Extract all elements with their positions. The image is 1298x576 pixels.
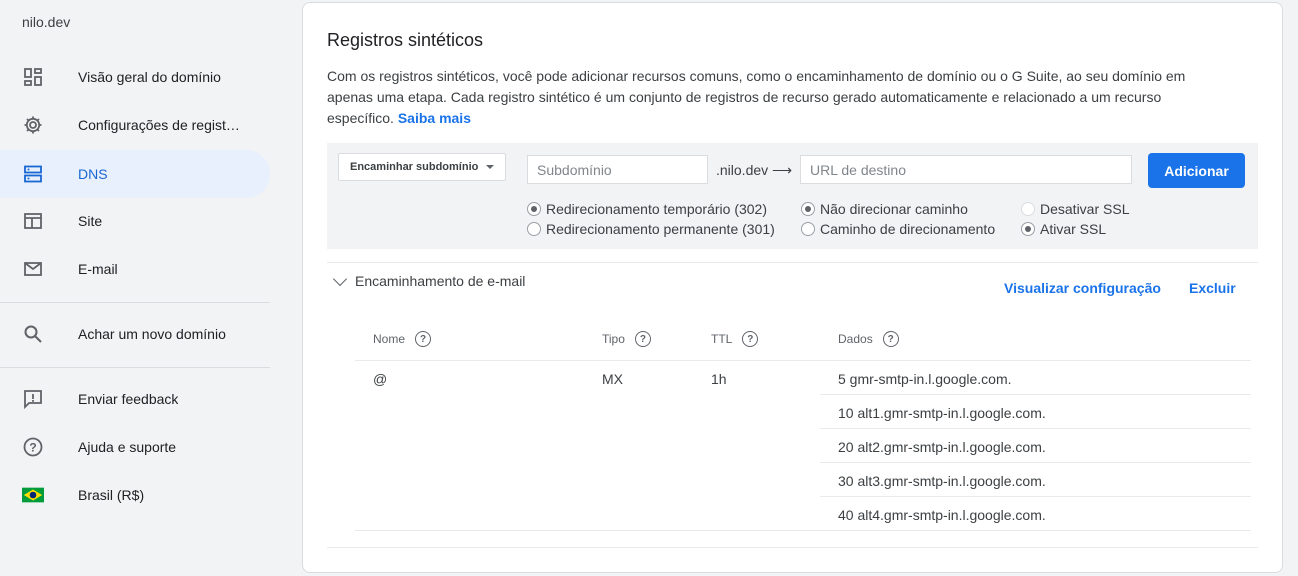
email-forwarding-toggle[interactable]: Encaminhamento de e-mail [332,271,526,289]
mail-icon [22,258,44,280]
delete-button[interactable]: Excluir [1189,280,1236,296]
help-icon: ? [22,436,44,458]
record-ttl: 1h [711,371,727,387]
view-config-button[interactable]: Visualizar configuração [1004,280,1161,296]
sidebar-item-label: Enviar feedback [78,391,179,407]
help-circle-icon[interactable]: ? [415,331,432,347]
data-divider [820,394,1251,395]
sidebar-item-label: Brasil (R$) [78,487,145,503]
sidebar-item-site[interactable]: Site [0,197,270,245]
sidebar-item-feedback[interactable]: Enviar feedback [0,375,270,423]
sidebar-item-overview[interactable]: Visão geral do domínio [0,53,270,101]
dns-icon [22,163,44,185]
section-divider [327,262,1258,263]
sidebar: nilo.dev Visão geral do domínio Configur… [0,0,286,576]
sidebar-item-label: Ajuda e suporte [78,439,177,455]
sidebar-item-label: Visão geral do domínio [78,69,221,85]
radio-label: Ativar SSL [1040,221,1107,237]
column-header-name: Nome ? [373,331,432,347]
data-divider [820,496,1251,497]
search-icon [22,323,44,345]
column-header-type: Tipo ? [602,331,651,347]
column-header-data: Dados ? [838,331,899,347]
radio-label: Redirecionamento permanente (301) [546,221,775,237]
destination-url-input[interactable] [800,155,1132,184]
record-data-value: 40 alt4.gmr-smtp-in.l.google.com. [838,507,1046,523]
radio-unchecked-icon [801,222,815,236]
radio-unchecked-icon [1021,202,1035,216]
web-icon [22,210,44,232]
help-circle-icon[interactable]: ? [882,331,899,347]
sidebar-item-dns[interactable]: DNS [0,150,270,198]
sidebar-item-label: Site [78,213,103,229]
sidebar-item-find-domain[interactable]: Achar um novo domínio [0,310,270,358]
help-circle-icon[interactable]: ? [742,331,759,347]
chevron-down-icon [332,271,348,287]
data-divider [820,462,1251,463]
sidebar-item-label: Achar um novo domínio [78,326,226,342]
record-data-value: 30 alt3.gmr-smtp-in.l.google.com. [838,473,1046,489]
column-label: TTL [711,332,733,346]
data-divider [820,428,1251,429]
radio-checked-icon [1021,222,1035,236]
subdomain-input[interactable] [527,155,708,184]
record-data-value: 20 alt2.gmr-smtp-in.l.google.com. [838,439,1046,455]
add-record-form: Encaminhar subdomínio .nilo.dev ⟶ Adicio… [327,143,1258,249]
radio-no-path[interactable]: Não direcionar caminho [801,201,968,217]
radio-perm-redirect[interactable]: Redirecionamento permanente (301) [527,221,775,237]
radio-checked-icon [527,202,541,216]
sidebar-item-country[interactable]: Brasil (R$) [0,471,270,519]
radio-label: Desativar SSL [1040,201,1130,217]
sidebar-item-email[interactable]: E-mail [0,245,270,293]
radio-label: Caminho de direcionamento [820,221,996,237]
card-description: Com os registros sintéticos, você pode a… [327,66,1227,129]
sidebar-item-registration-settings[interactable]: Configurações de regist… [0,101,270,149]
sidebar-item-label: Configurações de regist… [78,117,240,133]
svg-text:?: ? [29,441,36,455]
record-type-select[interactable]: Encaminhar subdomínio [338,153,506,181]
table-header-divider [355,360,1251,361]
column-header-ttl: TTL ? [711,331,759,347]
sidebar-item-help[interactable]: ? Ajuda e suporte [0,423,270,471]
radio-ssl-off[interactable]: Desativar SSL [1021,201,1129,217]
section-divider [327,547,1258,548]
brazil-flag-icon [22,484,44,506]
section-title: Encaminhamento de e-mail [355,273,526,289]
column-label: Dados [838,332,873,346]
sidebar-item-label: DNS [78,166,108,182]
radio-checked-icon [801,202,815,216]
record-type: MX [602,371,623,387]
sidebar-divider [0,367,270,368]
radio-temp-redirect[interactable]: Redirecionamento temporário (302) [527,201,767,217]
chevron-down-icon [486,165,494,169]
radio-ssl-on[interactable]: Ativar SSL [1021,221,1106,237]
column-label: Nome [373,332,406,346]
feedback-icon [22,388,44,410]
sidebar-divider [0,302,270,303]
synthetic-records-card: Registros sintéticos Com os registros si… [302,2,1283,573]
radio-unchecked-icon [527,222,541,236]
dashboard-icon [22,66,44,88]
radio-label: Não direcionar caminho [820,201,968,217]
radio-path-forward[interactable]: Caminho de direcionamento [801,221,995,237]
gear-icon [22,114,44,136]
record-type-value: Encaminhar subdomínio [350,161,479,173]
add-button[interactable]: Adicionar [1148,153,1245,188]
record-data-value: 5 gmr-smtp-in.l.google.com. [838,371,1012,387]
record-data-value: 10 alt1.gmr-smtp-in.l.google.com. [838,405,1046,421]
radio-label: Redirecionamento temporário (302) [546,201,767,217]
site-name: nilo.dev [22,14,71,30]
domain-suffix: .nilo.dev ⟶ [716,162,793,178]
record-name: @ [373,371,388,387]
card-title: Registros sintéticos [327,30,484,50]
column-label: Tipo [602,332,625,346]
learn-more-link[interactable]: Saiba mais [398,110,471,126]
sidebar-item-label: E-mail [78,261,118,277]
help-circle-icon[interactable]: ? [634,331,651,347]
table-bottom-divider [355,530,1251,531]
